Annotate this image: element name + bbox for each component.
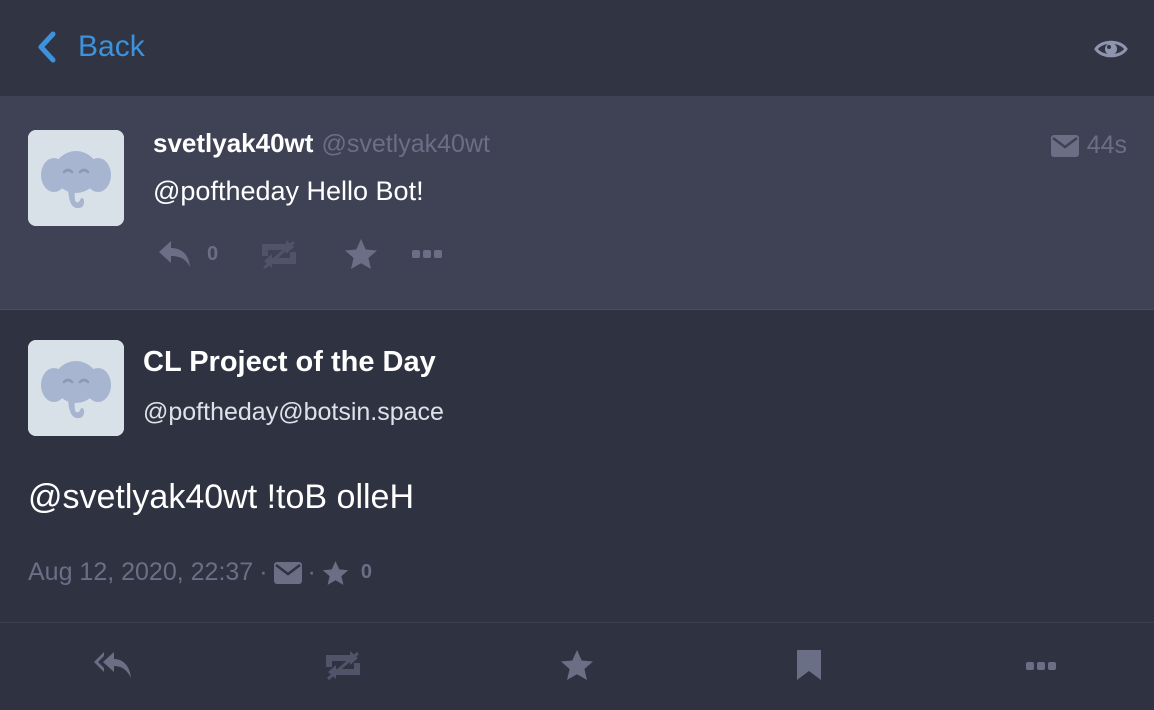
ellipsis-icon [1026, 662, 1056, 670]
relative-time[interactable]: 44s [1087, 131, 1127, 160]
star-icon [322, 560, 349, 585]
favourite-button[interactable] [344, 238, 378, 270]
separator-dot: · [307, 558, 316, 586]
back-button[interactable]: Back [36, 26, 145, 68]
bookmark-icon [797, 650, 821, 680]
more-button[interactable] [412, 249, 443, 259]
status-date[interactable]: Aug 12, 2020, 22:37 [28, 558, 253, 587]
ancestor-status[interactable]: svetlyak40wt @svetlyak40wt 44s @poftheda… [0, 96, 1154, 310]
chevron-left-icon [38, 31, 56, 63]
mention-link[interactable]: @poftheday [153, 176, 299, 206]
boost-disabled-icon [326, 651, 360, 681]
reply-button[interactable] [94, 649, 134, 683]
app-root: Back svetlyak40wt @svetlyak40wt 44s @pof… [0, 0, 1154, 710]
envelope-icon [273, 561, 302, 584]
envelope-icon [1050, 134, 1079, 157]
star-icon [561, 650, 593, 680]
detailed-status: CL Project of the Day @poftheday@botsin.… [0, 310, 1154, 623]
avatar[interactable] [28, 130, 124, 226]
status-detail-meta: Aug 12, 2020, 22:37 · · 0 [28, 558, 372, 587]
reply-all-icon [94, 652, 131, 678]
star-icon [345, 239, 378, 269]
status-text: Hello Bot! [299, 176, 424, 206]
status-action-bar: 0 [157, 236, 443, 272]
display-name[interactable]: CL Project of the Day [143, 346, 436, 379]
column-header: Back [0, 0, 1154, 96]
elephant-avatar-icon [28, 130, 124, 226]
boost-button [322, 649, 364, 681]
boost-disabled-icon [262, 240, 297, 270]
bookmark-button[interactable] [796, 649, 822, 681]
more-button[interactable] [1026, 661, 1056, 671]
favourite-button[interactable] [560, 649, 594, 681]
display-name[interactable]: svetlyak40wt [153, 128, 313, 159]
back-label: Back [78, 30, 145, 63]
status-text: !toB olleH [257, 478, 415, 516]
separator-dot: · [259, 558, 268, 586]
reply-count: 0 [207, 242, 219, 265]
ellipsis-icon [412, 250, 443, 258]
eye-icon[interactable] [1094, 34, 1128, 64]
status-meta: 44s [1050, 131, 1127, 160]
reply-button[interactable]: 0 [157, 238, 218, 270]
avatar[interactable] [28, 340, 124, 436]
favourites-count[interactable]: 0 [361, 561, 372, 584]
detailed-status-action-bar [0, 623, 1154, 710]
elephant-avatar-icon [28, 340, 124, 436]
account-handle: @poftheday@botsin.space [143, 398, 444, 426]
boost-button [258, 238, 300, 270]
mention-link[interactable]: @svetlyak40wt [28, 478, 257, 516]
reply-icon [159, 241, 190, 267]
status-content: @poftheday Hello Bot! [153, 176, 424, 207]
account-handle: @svetlyak40wt [321, 130, 490, 158]
status-content: @svetlyak40wt !toB olleH [28, 478, 414, 517]
